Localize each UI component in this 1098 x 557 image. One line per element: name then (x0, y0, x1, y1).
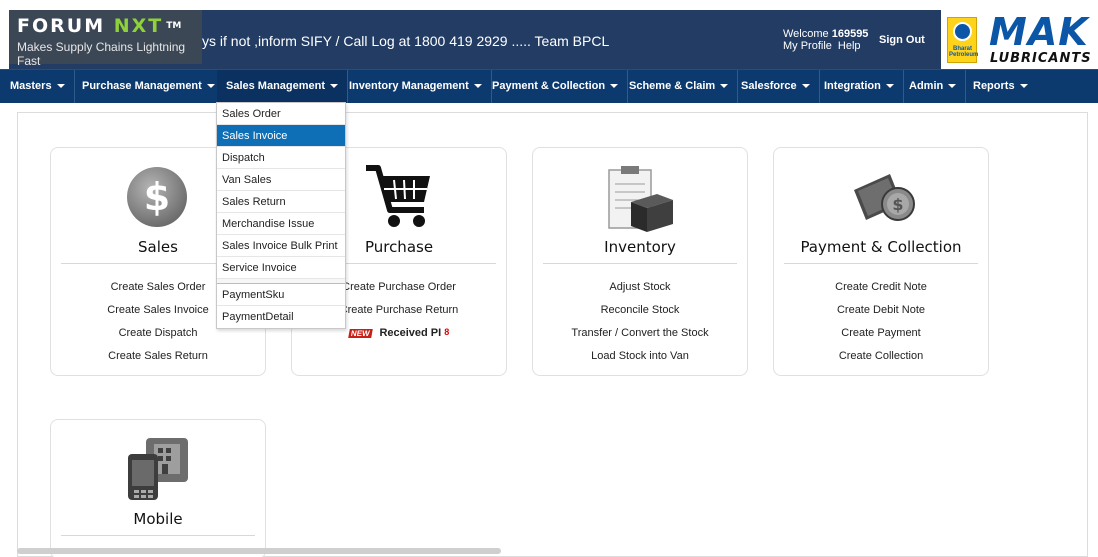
bpcl-logo-icon: Bharat Petroleum (947, 17, 979, 63)
nav-scheme-claim[interactable]: Scheme & Claim (620, 70, 739, 103)
nav-masters[interactable]: Masters (0, 70, 75, 103)
adjust-stock-link[interactable]: Adjust Stock (533, 281, 747, 293)
divider (543, 263, 737, 264)
welcome-label: Welcome (783, 28, 829, 40)
create-payment-link[interactable]: Create Payment (774, 327, 988, 339)
svg-text:$: $ (892, 195, 903, 214)
transfer-convert-stock-link[interactable]: Transfer / Convert the Stock (533, 327, 747, 339)
nav-payment-collection[interactable]: Payment & Collection (483, 70, 629, 103)
nav-sales-management[interactable]: Sales Management (217, 70, 349, 103)
nav-reports[interactable]: Reports (964, 70, 1037, 103)
menu-item-sales-invoice-bulk-print[interactable]: Sales Invoice Bulk Print (217, 235, 345, 257)
mak-wordmark: MAK (989, 10, 1089, 54)
shopping-cart-icon (366, 165, 430, 227)
mobile-devices-icon (128, 438, 188, 500)
chevron-down-icon (330, 84, 339, 89)
user-info: Welcome 169595 My Profile Help (783, 28, 868, 52)
menu-item-dispatch[interactable]: Dispatch (217, 147, 345, 169)
chevron-down-icon (885, 84, 894, 89)
horizontal-scrollbar[interactable] (17, 548, 501, 554)
menu-item-merchandise-issue[interactable]: Merchandise Issue (217, 213, 345, 235)
load-stock-into-van-link[interactable]: Load Stock into Van (533, 350, 747, 362)
chevron-down-icon (948, 84, 957, 89)
chevron-down-icon (473, 84, 482, 89)
forum-nxt-logo[interactable]: FORUM NXT TM Makes Supply Chains Lightnin… (9, 10, 202, 68)
chevron-down-icon (801, 84, 810, 89)
money-coin-icon: $ (854, 174, 915, 221)
divider (784, 263, 978, 264)
dollar-coin-icon: $ (127, 167, 187, 227)
create-collection-link[interactable]: Create Collection (774, 350, 988, 362)
nav-purchase-management[interactable]: Purchase Management (73, 70, 225, 103)
sales-management-menu: Sales Order Sales Invoice Dispatch Van S… (216, 102, 346, 329)
card-title: Payment & Collection (800, 238, 962, 256)
main-navigation: Masters Purchase Management Sales Manage… (0, 69, 1098, 103)
help-link[interactable]: Help (838, 40, 861, 52)
logo-tagline: Makes Supply Chains Lightning Fast (17, 40, 186, 68)
bpcl-emblem (953, 22, 972, 41)
chevron-down-icon (206, 84, 215, 89)
announcement-marquee: ys if not ,inform SIFY / Call Log at 180… (202, 33, 610, 49)
logo-wordmark: FORUM NXT TM (17, 15, 182, 37)
create-debit-note-link[interactable]: Create Debit Note (774, 304, 988, 316)
menu-item-sales-order[interactable]: Sales Order (217, 103, 345, 125)
chevron-down-icon (720, 84, 729, 89)
menu-item-payment-detail[interactable]: PaymentDetail (217, 306, 345, 328)
divider (61, 535, 255, 536)
nav-admin[interactable]: Admin (900, 70, 967, 103)
nav-inventory-management[interactable]: Inventory Management (340, 70, 492, 103)
create-sales-return-link[interactable]: Create Sales Return (51, 350, 265, 362)
mobile-card: Mobile (50, 419, 266, 557)
received-pi-count: 8 (444, 327, 450, 337)
chevron-down-icon (610, 84, 619, 89)
sign-out-link[interactable]: Sign Out (879, 34, 925, 46)
chevron-down-icon (56, 84, 65, 89)
menu-item-sales-invoice[interactable]: Sales Invoice (217, 125, 345, 147)
my-profile-link[interactable]: My Profile (783, 40, 832, 52)
menu-item-van-sales[interactable]: Van Sales (217, 169, 345, 191)
svg-text:$: $ (144, 175, 170, 219)
clipboard-box-icon (608, 166, 673, 232)
card-title: Inventory (604, 238, 676, 256)
inventory-card: Inventory Adjust Stock Reconcile Stock T… (532, 147, 748, 376)
menu-item-service-invoice[interactable]: Service Invoice (217, 257, 345, 279)
chevron-down-icon (1019, 84, 1028, 89)
brand-logo-area: Bharat Petroleum MAK LUBRICANTS (941, 10, 1098, 69)
nav-integration[interactable]: Integration (815, 70, 904, 103)
received-pi-label: Received PI (379, 327, 442, 339)
menu-item-sales-return[interactable]: Sales Return (217, 191, 345, 213)
lubricants-wordmark: LUBRICANTS (990, 51, 1092, 66)
menu-item-payment-sku[interactable]: PaymentSku (217, 284, 345, 306)
nav-salesforce[interactable]: Salesforce (732, 70, 820, 103)
user-id: 169595 (831, 28, 869, 40)
bpcl-text: Bharat Petroleum (949, 46, 979, 58)
reconcile-stock-link[interactable]: Reconcile Stock (533, 304, 747, 316)
card-title: Mobile (133, 510, 183, 528)
payment-collection-card: $ Payment & Collection Create Credit Not… (773, 147, 989, 376)
page: { "header": { "logo_main_a": "FORUM ", "… (0, 0, 1098, 557)
create-credit-note-link[interactable]: Create Credit Note (774, 281, 988, 293)
new-badge-icon: NEW (347, 328, 373, 338)
